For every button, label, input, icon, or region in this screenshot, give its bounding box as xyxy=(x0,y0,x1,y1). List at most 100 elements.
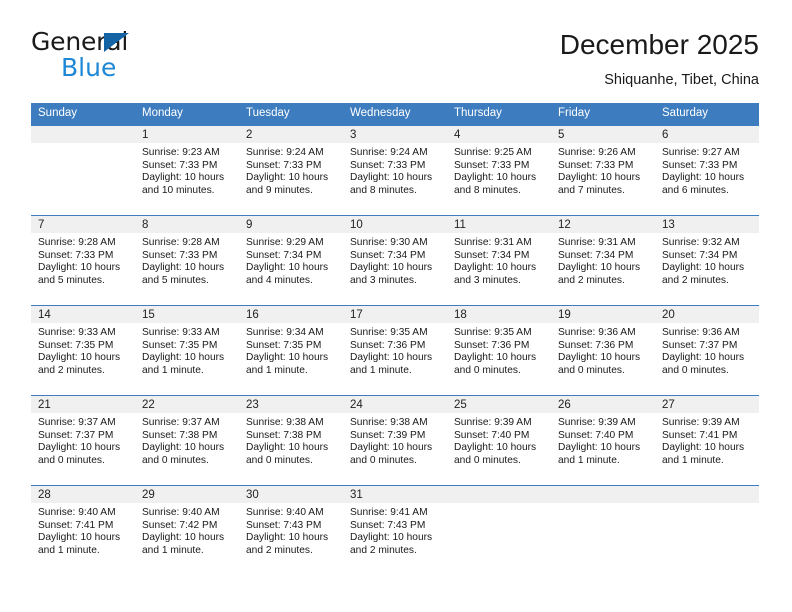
sunrise-text: Sunrise: 9:25 AM xyxy=(454,147,532,158)
calendar-day-cell[interactable]: 21 Sunrise: 9:37 AM Sunset: 7:37 PM Dayligh… xyxy=(31,395,135,486)
calendar-day-cell[interactable]: 29 Sunrise: 9:40 AM Sunset: 7:42 PM Dayligh… xyxy=(135,485,239,576)
day-details: Sunrise: 9:38 AM Sunset: 7:38 PM Daylight:… xyxy=(239,413,343,467)
sunrise-text: Sunrise: 9:34 AM xyxy=(246,327,324,338)
calendar-day-cell-empty xyxy=(31,125,135,216)
sunset-text: Sunset: 7:43 PM xyxy=(246,519,322,531)
calendar-day-cell[interactable]: 5 Sunrise: 9:26 AM Sunset: 7:33 PM Daylight… xyxy=(551,125,655,216)
calendar-day-cell[interactable]: 31 Sunrise: 9:41 AM Sunset: 7:43 PM Dayligh… xyxy=(343,485,447,576)
calendar-day-cell[interactable]: 12 Sunrise: 9:31 AM Sunset: 7:34 PM Dayligh… xyxy=(551,215,655,306)
calendar-day-cell[interactable]: 20 Sunrise: 9:36 AM Sunset: 7:37 PM Dayligh… xyxy=(655,305,759,396)
sunrise-text: Sunrise: 9:38 AM xyxy=(246,417,324,428)
calendar-day-cell[interactable]: 27 Sunrise: 9:39 AM Sunset: 7:41 PM Dayligh… xyxy=(655,395,759,486)
daylight-text: Daylight: 10 hours and 1 minute. xyxy=(350,352,433,376)
calendar-day-cell-empty xyxy=(447,485,551,576)
calendar-grid: Sunday Monday Tuesday Wednesday Thursday… xyxy=(31,103,759,576)
calendar-day-cell[interactable]: 24 Sunrise: 9:38 AM Sunset: 7:39 PM Dayligh… xyxy=(343,395,447,486)
brand-logo[interactable]: General Blue xyxy=(31,28,241,90)
daylight-text: Daylight: 10 hours and 2 minutes. xyxy=(350,532,433,556)
calendar-day-cell[interactable]: 23 Sunrise: 9:38 AM Sunset: 7:38 PM Dayligh… xyxy=(239,395,343,486)
sunrise-text: Sunrise: 9:33 AM xyxy=(142,327,220,338)
calendar-day-cell[interactable]: 6 Sunrise: 9:27 AM Sunset: 7:33 PM Daylight… xyxy=(655,125,759,216)
daylight-text: Daylight: 10 hours and 0 minutes. xyxy=(350,442,433,466)
day-number: 20 xyxy=(655,306,759,323)
day-details: Sunrise: 9:23 AM Sunset: 7:33 PM Daylight:… xyxy=(135,143,239,197)
daylight-text: Daylight: 10 hours and 1 minute. xyxy=(142,532,225,556)
calendar-day-cell[interactable]: 18 Sunrise: 9:35 AM Sunset: 7:36 PM Dayligh… xyxy=(447,305,551,396)
day-details: Sunrise: 9:40 AM Sunset: 7:42 PM Daylight:… xyxy=(135,503,239,557)
day-details: Sunrise: 9:33 AM Sunset: 7:35 PM Daylight:… xyxy=(135,323,239,377)
day-number: 25 xyxy=(447,396,551,413)
day-number: 4 xyxy=(447,126,551,143)
calendar-body: 1 Sunrise: 9:23 AM Sunset: 7:33 PM Daylight… xyxy=(31,125,759,576)
day-number: 31 xyxy=(343,486,447,503)
day-number: 29 xyxy=(135,486,239,503)
calendar-day-cell[interactable]: 16 Sunrise: 9:34 AM Sunset: 7:35 PM Dayligh… xyxy=(239,305,343,396)
calendar-day-cell[interactable]: 1 Sunrise: 9:23 AM Sunset: 7:33 PM Daylight… xyxy=(135,125,239,216)
day-number: 21 xyxy=(31,396,135,413)
calendar-day-cell[interactable]: 14 Sunrise: 9:33 AM Sunset: 7:35 PM Dayligh… xyxy=(31,305,135,396)
day-number: 26 xyxy=(551,396,655,413)
sunset-text: Sunset: 7:33 PM xyxy=(454,159,530,171)
sunrise-text: Sunrise: 9:32 AM xyxy=(662,237,740,248)
sunrise-text: Sunrise: 9:31 AM xyxy=(454,237,532,248)
sunset-text: Sunset: 7:35 PM xyxy=(246,339,322,351)
sunrise-text: Sunrise: 9:40 AM xyxy=(246,507,324,518)
daylight-text: Daylight: 10 hours and 1 minute. xyxy=(246,352,329,376)
day-number: 19 xyxy=(551,306,655,323)
calendar-day-cell[interactable]: 17 Sunrise: 9:35 AM Sunset: 7:36 PM Dayligh… xyxy=(343,305,447,396)
brand-triangle-icon xyxy=(104,33,129,52)
calendar-day-cell[interactable]: 3 Sunrise: 9:24 AM Sunset: 7:33 PM Daylight… xyxy=(343,125,447,216)
calendar-day-cell[interactable]: 22 Sunrise: 9:37 AM Sunset: 7:38 PM Dayligh… xyxy=(135,395,239,486)
day-number: 3 xyxy=(343,126,447,143)
day-number: 15 xyxy=(135,306,239,323)
sunset-text: Sunset: 7:41 PM xyxy=(38,519,114,531)
sunset-text: Sunset: 7:34 PM xyxy=(454,249,530,261)
sunset-text: Sunset: 7:36 PM xyxy=(558,339,634,351)
calendar-day-cell[interactable]: 7 Sunrise: 9:28 AM Sunset: 7:33 PM Daylight… xyxy=(31,215,135,306)
weekday-header-tuesday: Tuesday xyxy=(239,103,343,126)
day-number xyxy=(551,486,655,503)
calendar-day-cell[interactable]: 25 Sunrise: 9:39 AM Sunset: 7:40 PM Dayligh… xyxy=(447,395,551,486)
calendar-day-cell[interactable]: 19 Sunrise: 9:36 AM Sunset: 7:36 PM Dayligh… xyxy=(551,305,655,396)
daylight-text: Daylight: 10 hours and 2 minutes. xyxy=(246,532,329,556)
day-number: 22 xyxy=(135,396,239,413)
daylight-text: Daylight: 10 hours and 10 minutes. xyxy=(142,172,225,196)
sunset-text: Sunset: 7:42 PM xyxy=(142,519,218,531)
calendar-day-cell[interactable]: 2 Sunrise: 9:24 AM Sunset: 7:33 PM Daylight… xyxy=(239,125,343,216)
calendar-week-row: 28 Sunrise: 9:40 AM Sunset: 7:41 PM Dayligh… xyxy=(31,485,759,576)
day-details: Sunrise: 9:37 AM Sunset: 7:37 PM Daylight:… xyxy=(31,413,135,467)
sunset-text: Sunset: 7:33 PM xyxy=(246,159,322,171)
calendar-day-cell[interactable]: 8 Sunrise: 9:28 AM Sunset: 7:33 PM Daylight… xyxy=(135,215,239,306)
calendar-day-cell[interactable]: 26 Sunrise: 9:39 AM Sunset: 7:40 PM Dayligh… xyxy=(551,395,655,486)
day-number: 7 xyxy=(31,216,135,233)
day-details: Sunrise: 9:31 AM Sunset: 7:34 PM Daylight:… xyxy=(551,233,655,287)
calendar-day-cell[interactable]: 30 Sunrise: 9:40 AM Sunset: 7:43 PM Dayligh… xyxy=(239,485,343,576)
calendar-day-cell[interactable]: 10 Sunrise: 9:30 AM Sunset: 7:34 PM Dayligh… xyxy=(343,215,447,306)
day-details: Sunrise: 9:39 AM Sunset: 7:40 PM Daylight:… xyxy=(447,413,551,467)
calendar-day-cell[interactable]: 15 Sunrise: 9:33 AM Sunset: 7:35 PM Dayligh… xyxy=(135,305,239,396)
day-details: Sunrise: 9:28 AM Sunset: 7:33 PM Daylight:… xyxy=(135,233,239,287)
calendar-day-cell-empty xyxy=(655,485,759,576)
sunset-text: Sunset: 7:33 PM xyxy=(350,159,426,171)
calendar-day-cell[interactable]: 9 Sunrise: 9:29 AM Sunset: 7:34 PM Daylight… xyxy=(239,215,343,306)
daylight-text: Daylight: 10 hours and 0 minutes. xyxy=(662,352,745,376)
sunrise-text: Sunrise: 9:38 AM xyxy=(350,417,428,428)
day-details: Sunrise: 9:39 AM Sunset: 7:40 PM Daylight:… xyxy=(551,413,655,467)
calendar-day-cell[interactable]: 4 Sunrise: 9:25 AM Sunset: 7:33 PM Daylight… xyxy=(447,125,551,216)
sunrise-text: Sunrise: 9:35 AM xyxy=(454,327,532,338)
day-number: 11 xyxy=(447,216,551,233)
calendar-day-cell[interactable]: 11 Sunrise: 9:31 AM Sunset: 7:34 PM Dayligh… xyxy=(447,215,551,306)
daylight-text: Daylight: 10 hours and 4 minutes. xyxy=(246,262,329,286)
daylight-text: Daylight: 10 hours and 1 minute. xyxy=(142,352,225,376)
calendar-day-cell[interactable]: 28 Sunrise: 9:40 AM Sunset: 7:41 PM Dayligh… xyxy=(31,485,135,576)
day-number xyxy=(655,486,759,503)
weekday-header-row: Sunday Monday Tuesday Wednesday Thursday… xyxy=(31,103,759,126)
sunrise-text: Sunrise: 9:24 AM xyxy=(246,147,324,158)
calendar-day-cell[interactable]: 13 Sunrise: 9:32 AM Sunset: 7:34 PM Dayligh… xyxy=(655,215,759,306)
day-number: 10 xyxy=(343,216,447,233)
sunset-text: Sunset: 7:34 PM xyxy=(558,249,634,261)
day-number: 17 xyxy=(343,306,447,323)
day-details: Sunrise: 9:30 AM Sunset: 7:34 PM Daylight:… xyxy=(343,233,447,287)
day-details: Sunrise: 9:35 AM Sunset: 7:36 PM Daylight:… xyxy=(447,323,551,377)
sunset-text: Sunset: 7:34 PM xyxy=(246,249,322,261)
